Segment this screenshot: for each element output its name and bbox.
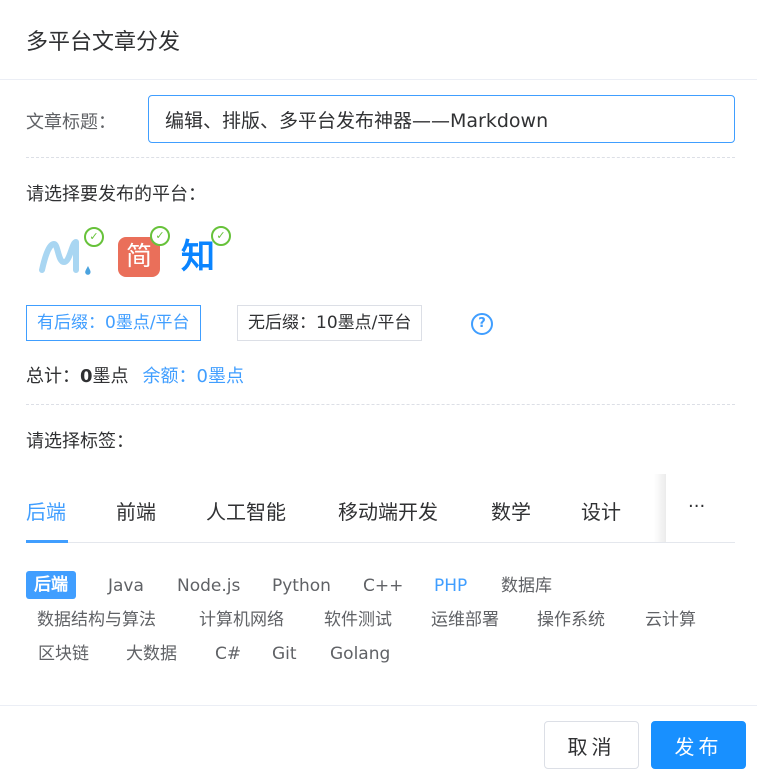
platform-zhihu[interactable]: 知 (181, 234, 215, 280)
tag-item[interactable]: 运维部署 (431, 606, 499, 634)
tag-item[interactable]: Node.js (177, 572, 240, 600)
tag-item[interactable]: 操作系统 (537, 606, 605, 634)
article-title-label: 文章标题： (26, 112, 116, 133)
dialog-title: 多平台文章分发 (26, 30, 181, 55)
tab-ai[interactable]: 人工智能 (206, 496, 286, 525)
divider (26, 404, 735, 405)
tag-item[interactable]: 数据结构与算法 (37, 606, 156, 634)
tag-item[interactable]: 后端 (26, 571, 76, 599)
tag-item[interactable]: PHP (434, 572, 467, 600)
tag-item[interactable]: 软件测试 (324, 606, 392, 634)
tag-item[interactable]: Python (272, 572, 331, 600)
tag-item[interactable]: 数据库 (501, 572, 552, 600)
tab-frontend[interactable]: 前端 (116, 496, 156, 525)
tags-label: 请选择标签： (26, 431, 134, 452)
total-label: 总计： (26, 366, 80, 387)
tag-category-tabs: 后端 前端 人工智能 移动端开发 数学 设计 ··· (26, 474, 735, 544)
tabs-scroll-shadow (654, 474, 666, 542)
cancel-button[interactable]: 取消 (544, 721, 639, 769)
total-amount: 0 (80, 366, 93, 387)
total-unit: 墨点 (92, 366, 129, 387)
publish-button[interactable]: 发布 (651, 721, 746, 769)
with-suffix-option[interactable]: 有后缀：0墨点/平台 (26, 305, 201, 341)
divider (26, 157, 735, 158)
article-title-input[interactable] (148, 95, 735, 143)
mdnice-check-icon: ✓ (84, 227, 104, 247)
platform-label: 请选择要发布的平台： (26, 184, 206, 205)
tag-item[interactable]: 大数据 (126, 640, 177, 668)
tag-item[interactable]: 计算机网络 (199, 606, 284, 634)
balance-link[interactable]: 余额：0墨点 (143, 366, 244, 387)
footer-divider (0, 705, 757, 706)
tag-item[interactable]: Git (272, 640, 297, 668)
tab-active-indicator (26, 540, 68, 543)
tab-backend[interactable]: 后端 (26, 496, 66, 525)
total-row: 总计：0墨点 余额：0墨点 (26, 362, 244, 388)
tag-item[interactable]: C++ (363, 572, 403, 600)
tag-item[interactable]: Golang (330, 640, 390, 668)
help-icon[interactable]: ? (471, 313, 493, 335)
tabs-divider (26, 542, 735, 543)
header-divider (0, 79, 757, 80)
tab-math[interactable]: 数学 (491, 496, 531, 525)
tag-item[interactable]: Java (108, 572, 144, 600)
tab-mobile[interactable]: 移动端开发 (338, 496, 438, 525)
tab-design[interactable]: 设计 (581, 496, 621, 525)
tag-item[interactable]: C# (215, 640, 241, 668)
tag-item[interactable]: 云计算 (645, 606, 696, 634)
jianshu-check-icon: ✓ (150, 226, 170, 246)
zhihu-check-icon: ✓ (211, 226, 231, 246)
more-tabs-icon[interactable]: ··· (688, 496, 705, 517)
tag-item[interactable]: 区块链 (38, 640, 89, 668)
without-suffix-option[interactable]: 无后缀：10墨点/平台 (237, 305, 423, 341)
